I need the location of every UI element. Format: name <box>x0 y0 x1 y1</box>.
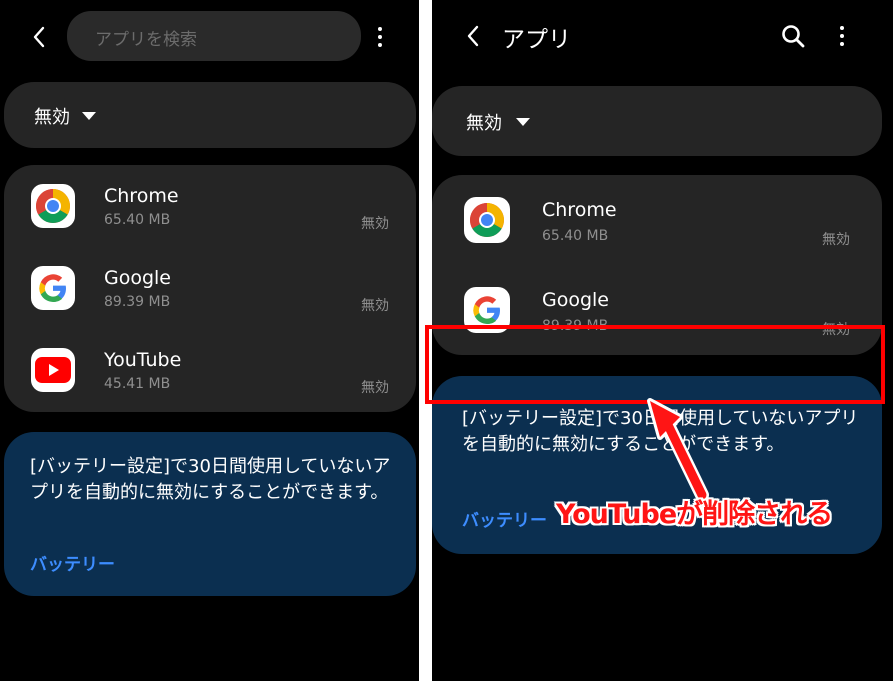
filter-label: 無効 <box>466 113 502 134</box>
app-name: YouTube <box>104 349 182 371</box>
battery-info-card: [バッテリー設定]で30日間使用していないアプリを自動的に無効にすることができま… <box>4 432 416 596</box>
app-status: 無効 <box>361 380 389 396</box>
filter-dropdown[interactable]: 無効 <box>4 82 416 148</box>
list-item[interactable]: YouTube 45.41 MB 無効 <box>4 329 416 411</box>
back-icon[interactable] <box>24 22 54 52</box>
app-name: Chrome <box>104 185 179 207</box>
list-item[interactable]: Chrome 65.40 MB 無効 <box>4 165 416 247</box>
more-options-icon[interactable] <box>370 22 390 52</box>
app-size: 65.40 MB <box>542 228 609 244</box>
dropdown-arrow-icon <box>82 112 96 120</box>
app-name: Google <box>542 289 610 311</box>
filter-label: 無効 <box>34 107 70 128</box>
list-item[interactable]: Chrome 65.40 MB 無効 <box>432 175 882 265</box>
chrome-icon <box>31 184 75 228</box>
list-item[interactable]: Google 89.39 MB 無効 <box>4 247 416 329</box>
app-list: Chrome 65.40 MB 無効 Google 89.39 MB 無効 <box>4 165 416 412</box>
chrome-icon <box>464 197 510 243</box>
search-input[interactable]: アプリを検索 <box>67 11 361 61</box>
app-status: 無効 <box>361 216 389 232</box>
info-text: [バッテリー設定]で30日間使用していないアプリを自動的に無効にすることができま… <box>30 456 391 503</box>
left-screen: アプリを検索 無効 Chrome 65.40 MB 無効 Google 89.3… <box>0 0 419 681</box>
annotation-arrow-icon <box>647 398 709 502</box>
app-name: Google <box>104 267 172 289</box>
battery-link[interactable]: バッテリー <box>30 550 115 575</box>
battery-link[interactable]: バッテリー <box>462 506 547 531</box>
dropdown-arrow-icon <box>516 118 530 126</box>
app-name: Chrome <box>542 199 617 221</box>
highlight-box <box>425 325 885 404</box>
youtube-icon <box>31 348 75 392</box>
more-options-icon[interactable] <box>832 21 852 51</box>
app-status: 無効 <box>361 298 389 314</box>
google-icon <box>31 266 75 310</box>
app-size: 89.39 MB <box>104 294 171 310</box>
annotation-label: YouTubeが削除される <box>556 499 833 530</box>
page-title: アプリ <box>502 27 571 53</box>
app-size: 45.41 MB <box>104 376 171 392</box>
search-icon[interactable] <box>779 22 807 50</box>
app-size: 65.40 MB <box>104 212 171 228</box>
back-icon[interactable] <box>458 21 488 51</box>
search-placeholder: アプリを検索 <box>95 30 197 50</box>
filter-dropdown[interactable]: 無効 <box>432 86 882 156</box>
app-status: 無効 <box>822 232 850 248</box>
